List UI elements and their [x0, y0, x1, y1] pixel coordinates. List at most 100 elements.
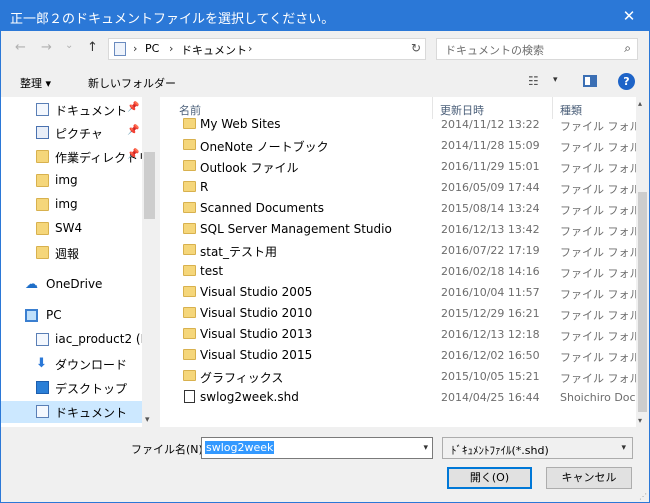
file-type: ファイル フォルダー — [560, 183, 636, 196]
file-name: OneNote ノートブック — [200, 140, 329, 154]
scroll-up-icon[interactable]: ▴ — [638, 99, 642, 108]
sidebar-item-weekly-report[interactable]: 週報 — [1, 242, 142, 264]
sidebar-item-documents[interactable]: ドキュメント — [1, 401, 142, 423]
table-row[interactable]: test 2016/02/18 14:16 ファイル フォルダー — [160, 261, 636, 282]
address-bar[interactable]: › PC › ドキュメント › ↻ — [108, 38, 426, 60]
breadcrumb-separator[interactable]: › — [169, 42, 173, 55]
chevron-down-icon[interactable]: ▾ — [621, 443, 626, 453]
scroll-down-icon[interactable]: ▾ — [638, 416, 642, 425]
file-date: 2014/11/28 15:09 — [441, 139, 540, 152]
table-row[interactable]: My Web Sites 2014/11/12 13:22 ファイル フォルダー — [160, 114, 636, 135]
view-options-chevron-icon[interactable]: ▾ — [553, 75, 558, 85]
table-row[interactable]: swlog2week.shd 2014/04/25 16:44 Shoichiro … — [160, 387, 636, 408]
sidebar-item-pictures[interactable]: ピクチャ 📌 — [1, 122, 142, 144]
open-button[interactable]: 開く(O) — [447, 467, 532, 489]
table-row[interactable]: stat_テスト用 2016/07/22 17:19 ファイル フォルダー — [160, 240, 636, 261]
table-row[interactable]: R 2016/05/09 17:44 ファイル フォルダー — [160, 177, 636, 198]
shd-file-icon — [184, 390, 195, 403]
sidebar-item-documents-quick[interactable]: ドキュメント 📌 — [1, 99, 142, 121]
breadcrumb-pc[interactable]: PC — [145, 42, 159, 55]
up-button[interactable]: ↑ — [87, 40, 98, 55]
sidebar-item-label: SW4 — [55, 221, 83, 235]
file-type: ファイル フォルダー — [560, 309, 636, 322]
folder-icon — [183, 265, 196, 276]
folder-icon — [36, 174, 49, 187]
filename-field[interactable]: swlog2week — [205, 441, 275, 454]
file-list: ^ 名前 更新日時 種類 My Web Sites 2014/11/12 13:2… — [160, 97, 636, 427]
preview-pane-icon[interactable] — [583, 75, 597, 87]
sidebar-item-desktop[interactable]: デスクトップ — [1, 377, 142, 399]
file-name: My Web Sites — [200, 117, 281, 131]
sidebar-item-downloads[interactable]: ⬇ ダウンロード — [1, 353, 142, 375]
sidebar-item-img-2[interactable]: img — [1, 194, 142, 216]
folder-icon — [36, 246, 49, 259]
change-view-icon[interactable]: ☷ — [528, 74, 539, 88]
folder-icon — [183, 286, 196, 297]
table-row[interactable]: Outlook ファイル 2016/11/29 15:01 ファイル フォルダー — [160, 156, 636, 177]
forward-button[interactable]: → — [41, 40, 52, 55]
file-date: 2014/11/12 13:22 — [441, 118, 540, 131]
sidebar-item-label: ドキュメント — [55, 406, 128, 420]
breadcrumb-documents[interactable]: ドキュメント — [181, 42, 247, 58]
file-list-scroll-thumb[interactable] — [638, 192, 647, 412]
table-row[interactable]: OneNote ノートブック 2014/11/28 15:09 ファイル フォルダー — [160, 135, 636, 156]
file-name: Scanned Documents — [200, 201, 325, 215]
cloud-icon: ☁ — [25, 277, 38, 292]
cancel-button[interactable]: キャンセル — [546, 467, 632, 489]
filetype-select[interactable]: ﾄﾞｷｭﾒﾝﾄﾌｧｲﾙ(*.shd) ▾ — [442, 437, 633, 459]
sidebar-scrollbar[interactable]: ▾ — [142, 97, 157, 427]
sidebar-item-work-directory[interactable]: 作業ディレクトリ 📌 — [1, 146, 142, 168]
sidebar-item-label: ダウンロード — [55, 358, 128, 372]
sort-ascending-icon: ^ — [298, 97, 306, 104]
resize-grip-icon[interactable]: ⋰ — [639, 492, 647, 501]
file-date: 2016/11/29 15:01 — [441, 160, 540, 173]
table-row[interactable]: SQL Server Management Studio 2016/12/13 1… — [160, 219, 636, 240]
folder-icon — [36, 198, 49, 211]
close-button[interactable]: ✕ — [609, 1, 649, 31]
table-row[interactable]: Scanned Documents 2015/08/14 13:24 ファイル フォ… — [160, 198, 636, 219]
chevron-down-icon[interactable]: ▾ — [423, 443, 428, 453]
file-date: 2015/10/05 15:21 — [441, 370, 540, 383]
table-row[interactable]: Visual Studio 2013 2016/12/13 12:18 ファイル フ… — [160, 324, 636, 345]
table-row[interactable]: グラフィックス 2015/10/05 15:21 ファイル フォルダー — [160, 366, 636, 387]
sidebar-item-label: img — [55, 173, 78, 187]
filename-combobox[interactable]: swlog2week ▾ — [201, 437, 433, 459]
organize-menu-button[interactable]: 整理 ▾ — [20, 75, 51, 91]
sidebar-item-iac-product2[interactable]: iac_product2 (N — [1, 329, 142, 351]
table-row[interactable]: Visual Studio 2010 2015/12/29 16:21 ファイル フ… — [160, 303, 636, 324]
picture-icon — [36, 126, 49, 139]
file-type: ファイル フォルダー — [560, 225, 636, 238]
sidebar-item-onedrive[interactable]: ☁ OneDrive — [1, 274, 142, 296]
file-name: swlog2week.shd — [200, 390, 299, 404]
folder-icon — [183, 223, 196, 234]
document-icon — [36, 333, 49, 346]
folder-icon — [183, 370, 196, 381]
sidebar-scroll-thumb[interactable] — [144, 152, 155, 219]
search-icon[interactable]: ⌕ — [624, 41, 631, 56]
file-date: 2016/02/18 14:16 — [441, 265, 540, 278]
breadcrumb-separator[interactable]: › — [248, 42, 252, 55]
help-icon[interactable]: ? — [618, 73, 635, 90]
pin-icon: 📌 — [127, 102, 140, 113]
file-name: グラフィックス — [200, 371, 284, 385]
sidebar-item-img[interactable]: img — [1, 170, 142, 192]
back-button[interactable]: ← — [15, 40, 26, 55]
recent-locations-button[interactable]: ⌄ — [65, 40, 73, 51]
file-list-scrollbar[interactable]: ▴ ▾ — [636, 97, 649, 427]
download-icon: ⬇ — [36, 356, 47, 371]
file-name: Visual Studio 2005 — [200, 285, 313, 299]
title-bar[interactable]: 正一郎２のドキュメントファイルを選択してください。 ✕ — [1, 1, 649, 31]
table-row[interactable]: Visual Studio 2005 2016/10/04 11:57 ファイル フ… — [160, 282, 636, 303]
new-folder-button[interactable]: 新しいフォルダー — [88, 75, 176, 91]
scroll-down-icon[interactable]: ▾ — [145, 415, 150, 425]
sidebar-item-pc[interactable]: PC — [1, 305, 142, 327]
table-row[interactable]: Visual Studio 2015 2016/12/02 16:50 ファイル フ… — [160, 345, 636, 366]
breadcrumb-separator[interactable]: › — [133, 42, 137, 55]
file-type: ファイル フォルダー — [560, 246, 636, 259]
file-type: ファイル フォルダー — [560, 372, 636, 385]
sidebar-item-sw4[interactable]: SW4 — [1, 218, 142, 240]
file-rows: My Web Sites 2014/11/12 13:22 ファイル フォルダー O… — [160, 117, 636, 427]
search-input[interactable]: ドキュメントの検索 ⌕ — [436, 38, 638, 60]
refresh-icon[interactable]: ↻ — [411, 41, 421, 55]
file-name: Visual Studio 2015 — [200, 348, 313, 362]
